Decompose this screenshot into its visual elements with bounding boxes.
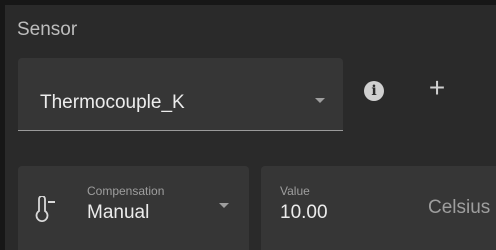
compensation-label: Compensation [87, 184, 165, 198]
chevron-down-icon [315, 98, 325, 103]
sensor-type-select[interactable]: Thermocouple_K [18, 58, 343, 131]
value-label: Value [280, 184, 310, 198]
sensor-panel: Sensor Thermocouple_K i + Compensation M… [5, 5, 496, 250]
compensation-value: Manual [87, 202, 150, 223]
info-icon[interactable]: i [364, 81, 384, 101]
value-input[interactable]: Value 10.00 Celsius [261, 166, 496, 250]
plus-icon[interactable]: + [425, 73, 449, 103]
sensor-type-value: Thermocouple_K [40, 92, 185, 113]
unit-suffix: Celsius [428, 197, 491, 218]
chevron-down-icon [219, 203, 229, 208]
section-title: Sensor [17, 19, 78, 40]
thermometer-minus-icon [35, 196, 55, 222]
value-text: 10.00 [280, 202, 328, 223]
compensation-select[interactable]: Compensation Manual [18, 166, 249, 250]
